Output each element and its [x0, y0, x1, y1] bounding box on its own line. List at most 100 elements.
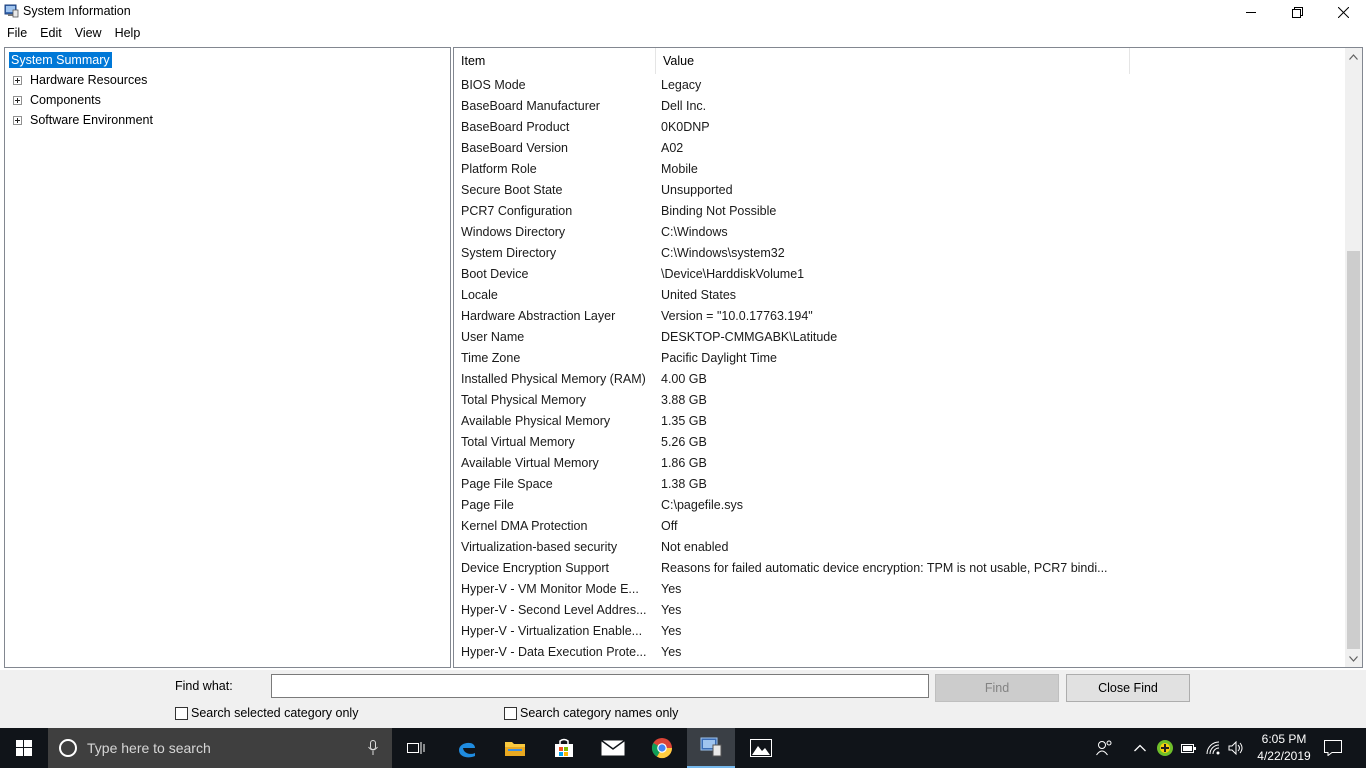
expand-plus-icon[interactable]: [13, 75, 22, 85]
find-what-input[interactable]: [271, 674, 929, 698]
expand-plus-icon[interactable]: [13, 95, 22, 105]
cell-value: Unsupported: [661, 183, 733, 197]
cell-value: Binding Not Possible: [661, 204, 777, 218]
cell-value: Dell Inc.: [661, 99, 707, 113]
search-selected-category-checkbox[interactable]: Search selected category only: [175, 706, 358, 720]
category-tree[interactable]: System Summary Hardware Resources Compon…: [4, 47, 451, 668]
cell-value: \Device\HarddiskVolume1: [661, 267, 805, 281]
checkbox-box[interactable]: [175, 706, 188, 720]
cell-value: Yes: [661, 645, 682, 659]
table-row[interactable]: Hyper-V - Second Level Addres... Yes: [454, 600, 1346, 621]
tree-item-label: Hardware Resources: [30, 73, 148, 87]
table-row[interactable]: Hardware Abstraction Layer Version = "10.…: [454, 306, 1346, 327]
table-row[interactable]: Kernel DMA Protection Off: [454, 516, 1346, 537]
menu-help[interactable]: Help: [108, 24, 147, 44]
table-row[interactable]: System Directory C:\Windows\system32: [454, 243, 1346, 264]
task-view-icon: [407, 742, 425, 754]
restore-button[interactable]: [1274, 0, 1320, 24]
find-button[interactable]: Find: [935, 674, 1059, 702]
table-row[interactable]: Boot Device \Device\HarddiskVolume1: [454, 264, 1346, 285]
column-header-item[interactable]: Item: [454, 48, 656, 74]
tray-app[interactable]: [1156, 728, 1174, 768]
table-row[interactable]: Hyper-V - VM Monitor Mode E... Yes: [454, 579, 1346, 600]
cell-item: Hardware Abstraction Layer: [461, 309, 616, 323]
table-row[interactable]: Virtualization-based security Not enabled: [454, 537, 1346, 558]
taskbar-system-information[interactable]: [687, 728, 735, 768]
details-list[interactable]: Item Value BIOS Mode Legacy BaseBoard Manu…: [453, 47, 1363, 668]
system-information-icon: [700, 737, 722, 757]
menu-view[interactable]: View: [68, 24, 108, 44]
close-find-button[interactable]: Close Find: [1066, 674, 1190, 702]
table-row[interactable]: BaseBoard Product 0K0DNP: [454, 117, 1346, 138]
tree-item-components[interactable]: Components: [5, 91, 103, 109]
table-row[interactable]: Page File C:\pagefile.sys: [454, 495, 1346, 516]
table-row[interactable]: Installed Physical Memory (RAM) 4.00 GB: [454, 369, 1346, 390]
table-row[interactable]: Page File Space 1.38 GB: [454, 474, 1346, 495]
cell-value: C:\Windows: [661, 225, 728, 239]
scroll-up-button[interactable]: [1345, 48, 1362, 65]
tree-item-software-environment[interactable]: Software Environment: [5, 111, 155, 129]
taskbar-search-box[interactable]: Type here to search: [48, 728, 392, 768]
table-row[interactable]: Available Physical Memory 1.35 GB: [454, 411, 1346, 432]
tree-item-hardware-resources[interactable]: Hardware Resources: [5, 71, 149, 89]
speaker-icon: [1228, 741, 1243, 755]
table-row[interactable]: Device Encryption Support Reasons for fai…: [454, 558, 1346, 579]
table-row[interactable]: BaseBoard Version A02: [454, 138, 1346, 159]
table-row[interactable]: Hyper-V - Virtualization Enable... Yes: [454, 621, 1346, 642]
task-view-button[interactable]: [392, 728, 440, 768]
table-row[interactable]: Locale United States: [454, 285, 1346, 306]
cell-item: Device Encryption Support: [461, 561, 609, 575]
taskbar: Type here to search 6:05 PM 4/22/2019: [0, 728, 1366, 768]
cell-item: BaseBoard Manufacturer: [461, 99, 600, 113]
cell-item: System Directory: [461, 246, 557, 260]
tray-people[interactable]: [1096, 728, 1114, 768]
table-row[interactable]: User Name DESKTOP-CMMGABK\Latitude: [454, 327, 1346, 348]
table-row[interactable]: BaseBoard Manufacturer Dell Inc.: [454, 96, 1346, 117]
tray-battery[interactable]: [1181, 728, 1197, 768]
vertical-scrollbar[interactable]: [1345, 48, 1362, 667]
close-icon: [1337, 6, 1349, 18]
close-button[interactable]: [1320, 0, 1366, 24]
menu-edit[interactable]: Edit: [33, 24, 68, 44]
table-row[interactable]: Total Physical Memory 3.88 GB: [454, 390, 1346, 411]
chevron-down-icon: [1349, 655, 1358, 662]
taskbar-store[interactable]: [540, 728, 588, 768]
taskbar-chrome[interactable]: [638, 728, 686, 768]
cell-value: United States: [661, 288, 737, 302]
cell-item: BaseBoard Product: [461, 120, 570, 134]
microphone-icon[interactable]: [368, 740, 378, 756]
scroll-down-button[interactable]: [1345, 650, 1362, 667]
table-row[interactable]: Windows Directory C:\Windows: [454, 222, 1346, 243]
action-center-button[interactable]: [1324, 728, 1342, 768]
cell-item: Locale: [461, 288, 498, 302]
menu-file[interactable]: File: [0, 24, 33, 44]
table-row[interactable]: PCR7 Configuration Binding Not Possible: [454, 201, 1346, 222]
taskbar-mail[interactable]: [589, 728, 637, 768]
taskbar-edge[interactable]: [443, 728, 491, 768]
table-row[interactable]: Available Virtual Memory 1.86 GB: [454, 453, 1346, 474]
expand-plus-icon[interactable]: [13, 115, 22, 125]
tray-volume[interactable]: [1228, 728, 1244, 768]
column-header-value[interactable]: Value: [656, 48, 1130, 74]
table-row[interactable]: Time Zone Pacific Daylight Time: [454, 348, 1346, 369]
minimize-button[interactable]: [1228, 0, 1274, 24]
table-row[interactable]: BIOS Mode Legacy: [454, 75, 1346, 96]
table-row[interactable]: Hyper-V - Data Execution Prote... Yes: [454, 642, 1346, 663]
taskbar-file-explorer[interactable]: [491, 728, 539, 768]
scroll-thumb[interactable]: [1347, 251, 1360, 649]
taskbar-photos[interactable]: [737, 728, 785, 768]
show-hidden-icons[interactable]: [1134, 728, 1146, 768]
start-button[interactable]: [0, 728, 48, 768]
tray-network[interactable]: [1206, 728, 1222, 768]
table-row[interactable]: Total Virtual Memory 5.26 GB: [454, 432, 1346, 453]
table-row[interactable]: Platform Role Mobile: [454, 159, 1346, 180]
checkbox-label: Search selected category only: [191, 706, 359, 720]
tree-item-system-summary[interactable]: System Summary: [9, 51, 112, 69]
taskbar-clock[interactable]: 6:05 PM 4/22/2019: [1249, 731, 1319, 765]
search-category-names-checkbox[interactable]: Search category names only: [504, 706, 678, 720]
cell-value: C:\Windows\system32: [661, 246, 785, 260]
cell-item: Available Virtual Memory: [461, 456, 599, 470]
checkbox-box[interactable]: [504, 706, 517, 720]
table-row[interactable]: Secure Boot State Unsupported: [454, 180, 1346, 201]
people-icon: [1096, 740, 1112, 756]
